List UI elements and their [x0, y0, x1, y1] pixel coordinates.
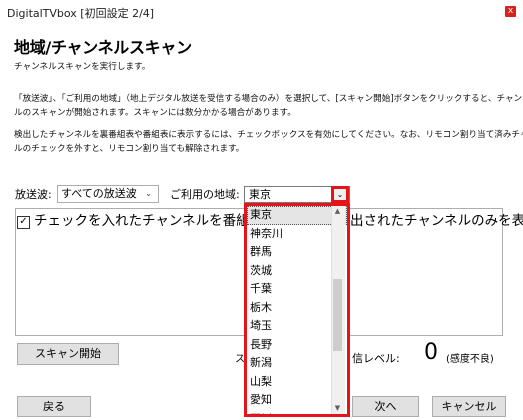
signal-level-label: 信レベル: — [352, 352, 400, 365]
scan-start-button[interactable]: スキャン開始 — [17, 343, 119, 365]
broadcast-select[interactable]: すべての放送波 ⌄ — [57, 185, 159, 203]
region-select-value: 東京 — [249, 188, 271, 201]
scroll-down-icon[interactable]: ▼ — [331, 404, 344, 412]
signal-level-value: 0 — [424, 340, 438, 365]
chevron-down-icon: ⌄ — [145, 189, 152, 198]
note-line-2: ルのチェックを外すと、リモコン割り当ても解除されます。 — [14, 144, 245, 154]
broadcast-label: 放送波: — [15, 188, 52, 201]
checkbox-label-continued: 出されたチャンネルのみを表示 — [350, 213, 523, 229]
signal-status: (感度不良) — [446, 354, 494, 365]
close-icon[interactable]: x — [505, 6, 516, 17]
instruction-line-2: ルのスキャンが開始されます。スキャンには数分かかる場合があります。 — [14, 108, 296, 118]
window-title: DigitalTVbox [初回設定 2/4] — [7, 7, 155, 20]
scroll-up-icon[interactable]: ▲ — [331, 207, 344, 215]
cancel-button[interactable]: キャンセル — [432, 396, 506, 417]
broadcast-select-value: すべての放送波 — [61, 187, 137, 200]
instruction-line-1: 「放送波」、「ご利用の地域」（地上デジタル放送を受信する場合のみ）を選択して、[… — [14, 94, 523, 104]
intro-text: チャンネルスキャンを実行します。 — [14, 62, 151, 72]
chevron-down-icon: ⌄ — [336, 190, 344, 199]
back-button[interactable]: 戻る — [17, 396, 91, 417]
dropdown-scrollbar-thumb[interactable] — [333, 279, 342, 351]
note-line-1: 検出したチャンネルを裏番組表や番組表に表示するには、チェックボックスを有効にして… — [14, 130, 523, 140]
region-label: ご利用の地域: — [170, 188, 240, 201]
page-title: 地域/チャンネルスキャン — [14, 38, 192, 57]
next-button[interactable]: 次へ — [352, 396, 419, 417]
checkmark-icon[interactable]: ✓ — [17, 216, 30, 229]
region-dropdown-button[interactable]: ⌄ — [331, 186, 349, 203]
